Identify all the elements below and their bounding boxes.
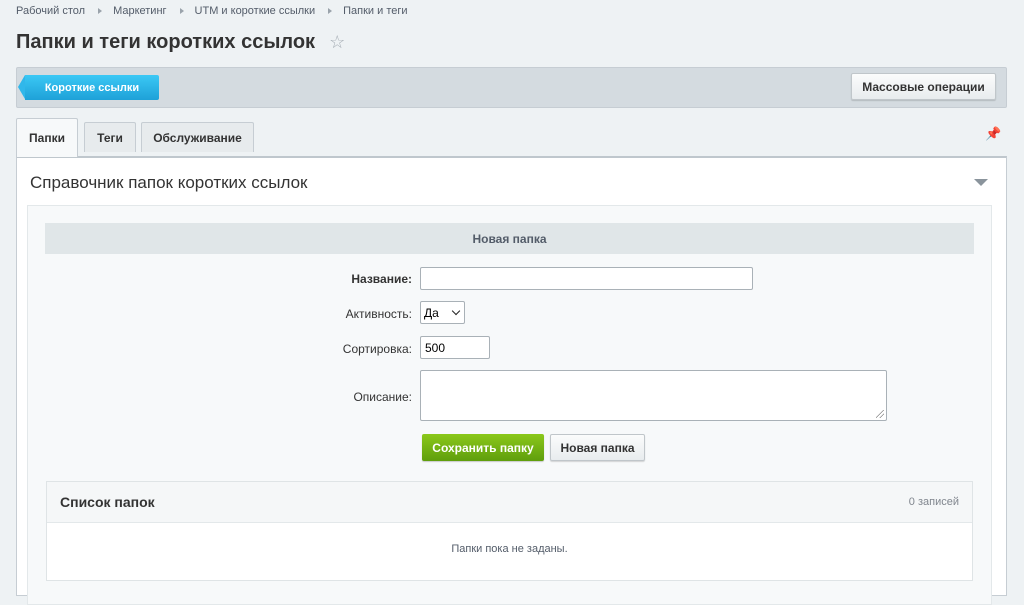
- tab-tags[interactable]: Теги: [84, 122, 136, 152]
- active-select[interactable]: Да: [420, 301, 465, 324]
- tab-folders[interactable]: Папки: [16, 118, 78, 157]
- description-label: Описание:: [353, 390, 412, 404]
- folders-list: Список папок 0 записей Папки пока не зад…: [46, 481, 973, 581]
- list-count: 0 записей: [908, 496, 959, 508]
- breadcrumb-item-desktop[interactable]: Рабочий стол: [16, 5, 85, 17]
- form-header: Новая папка: [45, 223, 974, 254]
- active-label: Активность:: [345, 307, 412, 321]
- sort-label: Сортировка:: [342, 342, 412, 356]
- breadcrumb-separator-icon: [98, 8, 103, 14]
- breadcrumb: Рабочий стол Маркетинг UTM и короткие сс…: [16, 5, 408, 17]
- breadcrumb-separator-icon: [179, 8, 184, 14]
- list-title: Список папок: [60, 494, 155, 510]
- breadcrumb-item-utm[interactable]: UTM и короткие ссылки: [195, 5, 316, 17]
- panel-title: Справочник папок коротких ссылок: [30, 173, 308, 192]
- list-empty-message: Папки пока не заданы.: [451, 543, 568, 555]
- name-input[interactable]: [420, 267, 753, 290]
- form-container: Новая папка Название: Активность: Да Сор…: [27, 205, 992, 605]
- resize-grip-icon[interactable]: [876, 410, 884, 418]
- active-select-value: Да: [424, 305, 439, 320]
- pin-icon[interactable]: 📌: [985, 126, 1001, 142]
- sort-input[interactable]: [420, 336, 490, 359]
- mass-operations-button[interactable]: Массовые операции: [851, 73, 996, 100]
- tab-maintenance[interactable]: Обслуживание: [141, 122, 254, 152]
- new-folder-button[interactable]: Новая папка: [550, 434, 645, 461]
- breadcrumb-separator-icon: [328, 8, 333, 14]
- toolbar: Короткие ссылки Массовые операции: [16, 67, 1007, 108]
- breadcrumb-item-folders-tags[interactable]: Папки и теги: [343, 5, 407, 17]
- breadcrumb-item-marketing[interactable]: Маркетинг: [113, 5, 166, 17]
- folders-panel: Справочник папок коротких ссылок Новая п…: [16, 156, 1007, 605]
- name-label: Название:: [351, 272, 412, 286]
- short-links-button[interactable]: Короткие ссылки: [18, 75, 159, 100]
- page-title-text: Папки и теги коротких ссылок: [16, 31, 316, 53]
- chevron-down-icon: [451, 306, 461, 316]
- page-title: Папки и теги коротких ссылок ☆: [16, 31, 345, 54]
- description-textarea[interactable]: [420, 370, 887, 421]
- save-folder-button[interactable]: Сохранить папку: [422, 434, 544, 461]
- list-header: Список папок 0 записей: [47, 482, 972, 523]
- star-icon[interactable]: ☆: [329, 32, 345, 53]
- collapse-arrow-icon[interactable]: [974, 179, 988, 186]
